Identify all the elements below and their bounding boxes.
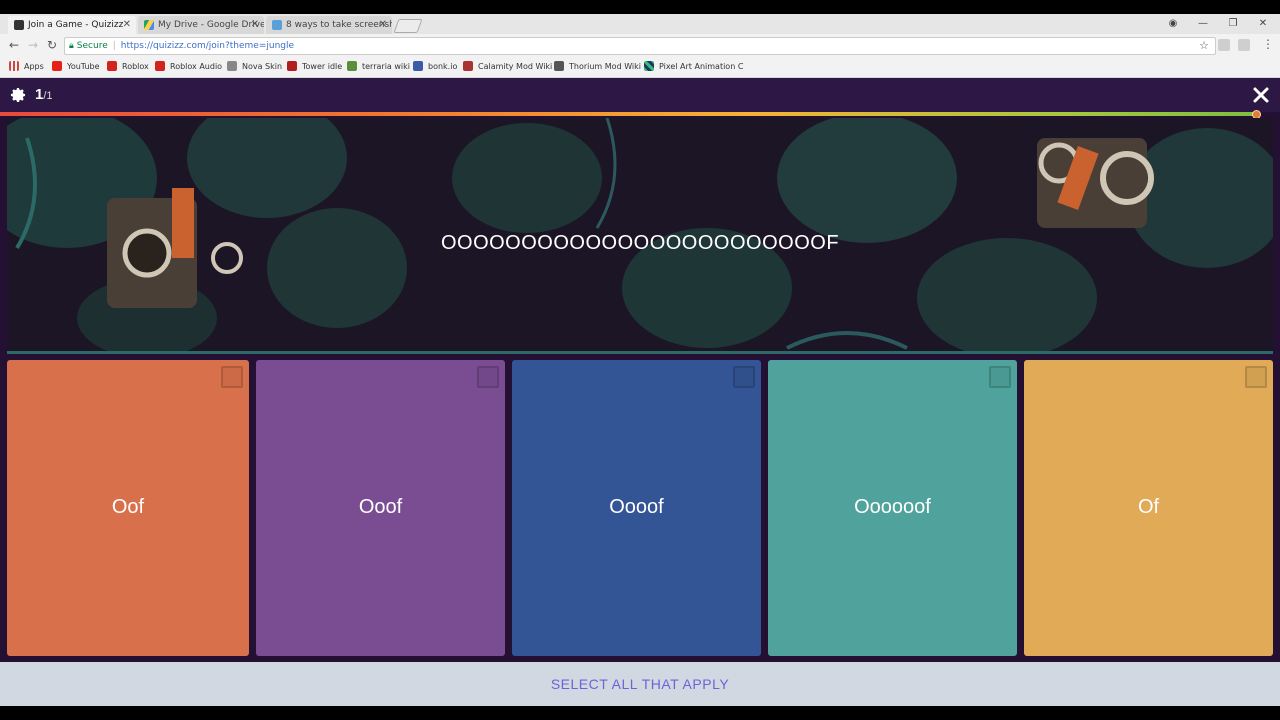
option-label: Of [1137, 496, 1160, 518]
bookmark-youtube[interactable]: YouTube [52, 61, 100, 71]
apps-grid-icon [9, 61, 19, 71]
bookmark-label: Roblox [122, 61, 149, 71]
timer-bar [0, 112, 1257, 116]
tab-close-icon[interactable]: ✕ [379, 19, 387, 30]
tab-title: 8 ways to take screensho [286, 20, 392, 30]
option-checkbox[interactable] [221, 366, 243, 388]
letterbox-bottom [0, 706, 1280, 720]
bookmarks-bar: Apps YouTube Roblox Roblox Audio Nova Sk… [0, 57, 1280, 78]
bookmark-bonk[interactable]: bonk.io [413, 61, 457, 71]
tab-google-drive[interactable]: My Drive - Google Drive ✕ [138, 16, 264, 34]
bookmark-tower-idle[interactable]: Tower idle [287, 61, 342, 71]
bookmark-label: Tower idle [302, 61, 343, 71]
bookmark-calamity-wiki[interactable]: Calamity Mod Wiki [463, 61, 552, 71]
window-close-icon[interactable]: ✕ [1250, 14, 1276, 32]
article-favicon [272, 20, 282, 30]
option-checkbox[interactable] [733, 366, 755, 388]
secure-label: Secure [76, 41, 108, 51]
option-checkbox[interactable] [989, 366, 1011, 388]
select-all-instruction: SELECT ALL THAT APPLY [550, 676, 730, 692]
close-icon[interactable] [1252, 86, 1270, 104]
total-questions: /1 [43, 90, 53, 102]
tab-title: Join a Game - Quizizz [28, 20, 124, 30]
answer-option[interactable]: Oooooof [768, 360, 1017, 656]
gear-icon[interactable] [9, 86, 27, 104]
answer-option[interactable]: Oooof [512, 360, 761, 656]
bookmark-thorium-wiki[interactable]: Thorium Mod Wiki [554, 61, 641, 71]
tab-quizizz[interactable]: Join a Game - Quizizz ✕ [8, 16, 136, 34]
thorium-icon [554, 61, 564, 71]
tab-screenshots[interactable]: 8 ways to take screensho ✕ [266, 16, 392, 34]
bookmark-roblox-audio[interactable]: Roblox Audio [155, 61, 222, 71]
tab-close-icon[interactable]: ✕ [123, 19, 131, 30]
bookmark-label: Thorium Mod Wiki [569, 61, 641, 71]
profile-icon[interactable]: ◉ [1160, 14, 1186, 32]
bookmark-terraria-wiki[interactable]: terraria wiki [347, 61, 410, 71]
letterbox-top [0, 0, 1280, 14]
lock-icon: 🔒︎ [69, 41, 74, 51]
option-label: Oooof [609, 496, 664, 518]
bookmark-label: Pixel Art Animation C [659, 61, 744, 71]
minimize-icon[interactable]: — [1190, 14, 1216, 32]
pixel-art-icon [644, 61, 654, 71]
option-label: Ooof [358, 496, 403, 518]
bookmark-nova-skin[interactable]: Nova Skin [227, 61, 282, 71]
youtube-icon [52, 61, 62, 71]
kongregate-icon [287, 61, 297, 71]
bookmark-label: bonk.io [428, 61, 458, 71]
back-icon[interactable]: ← [7, 38, 21, 52]
roblox-icon [107, 61, 117, 71]
question-panel: OOOOOOOOOOOOOOOOOOOOOOOOF [7, 118, 1273, 354]
bookmark-label: YouTube [67, 61, 100, 71]
extension-icon[interactable] [1238, 39, 1250, 51]
tab-close-icon[interactable]: ✕ [251, 19, 259, 30]
bookmark-pixel-art[interactable]: Pixel Art Animation C [644, 61, 743, 71]
quizizz-favicon [14, 20, 24, 30]
browser-menu-icon[interactable]: ⋮ [1262, 37, 1274, 51]
option-label: Oooooof [854, 496, 931, 518]
option-checkbox[interactable] [1245, 366, 1267, 388]
terraria-icon [347, 61, 357, 71]
question-text: OOOOOOOOOOOOOOOOOOOOOOOOF [440, 232, 840, 254]
tab-strip: Join a Game - Quizizz ✕ My Drive - Googl… [0, 14, 1280, 34]
question-counter: 1/1 [35, 86, 53, 104]
bookmark-label: Roblox Audio [170, 61, 223, 71]
calamity-icon [463, 61, 473, 71]
tab-title: My Drive - Google Drive [158, 20, 264, 30]
extension-icon[interactable] [1218, 39, 1230, 51]
bookmark-roblox[interactable]: Roblox [107, 61, 149, 71]
quizizz-game: 1/1 OOOOOOOOOOOOOOOOOOOOOOOOF Oof Ooof O… [0, 78, 1280, 706]
instruction-footer: SELECT ALL THAT APPLY [0, 662, 1280, 706]
url-text: https://quizizz.com/join?theme=jungle [120, 41, 295, 51]
option-label: Oof [111, 496, 145, 518]
answer-option[interactable]: Ooof [256, 360, 505, 656]
answer-options: Oof Ooof Oooof Oooooof Of [0, 354, 1280, 664]
bookmark-label: terraria wiki [362, 61, 410, 71]
answer-option[interactable]: Oof [7, 360, 249, 656]
new-tab-button[interactable] [393, 19, 423, 33]
bookmark-apps[interactable]: Apps [9, 61, 44, 71]
restore-icon[interactable]: ❐ [1220, 14, 1246, 32]
bookmark-label: Nova Skin [242, 61, 283, 71]
reload-icon[interactable]: ↻ [45, 38, 59, 52]
bookmark-label: Calamity Mod Wiki [478, 61, 553, 71]
answer-option[interactable]: Of [1024, 360, 1273, 656]
browser-toolbar: ← → ↻ 🔒︎ Secure | https://quizizz.com/jo… [0, 34, 1280, 57]
cube-icon [227, 61, 237, 71]
option-checkbox[interactable] [477, 366, 499, 388]
bonk-icon [413, 61, 423, 71]
game-top-bar: 1/1 [0, 78, 1280, 112]
roblox-icon [155, 61, 165, 71]
separator: | [112, 41, 116, 51]
forward-icon[interactable]: → [26, 38, 40, 52]
address-bar[interactable]: 🔒︎ Secure | https://quizizz.com/join?the… [64, 37, 1216, 55]
bookmark-label: Apps [24, 61, 44, 71]
google-drive-icon [144, 20, 154, 30]
bookmark-star-icon[interactable]: ☆ [1199, 39, 1209, 52]
